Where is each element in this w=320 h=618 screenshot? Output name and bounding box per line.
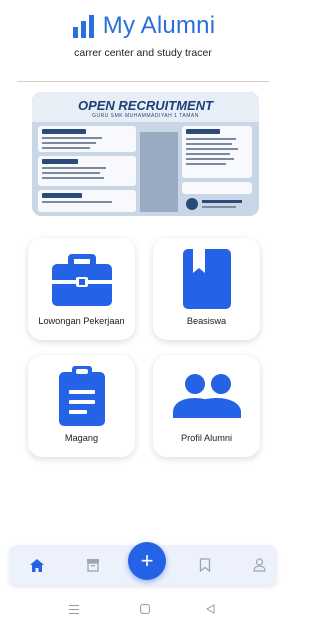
recruitment-banner[interactable]: OPEN RECRUITMENT GURU SMK MUHAMMADIYAH 1…: [32, 92, 259, 216]
nav-bookmark[interactable]: [196, 556, 214, 574]
nav-archive[interactable]: [84, 556, 102, 574]
menu-icon: [69, 604, 79, 614]
banner-subtitle: GURU SMK MUHAMMADIYAH 1 TAMAN: [92, 113, 199, 119]
app-logo: My Alumni: [0, 12, 286, 40]
header: My Alumni carrer center and study tracer: [0, 0, 286, 84]
bar-chart-icon: [72, 15, 94, 38]
banner-title: OPEN RECRUITMENT: [77, 98, 214, 113]
archive-icon: [87, 559, 99, 572]
header-divider: [17, 81, 269, 82]
nav-profile[interactable]: [250, 556, 268, 574]
lowongan-pekerjaan-card[interactable]: Lowongan Pekerjaan: [28, 238, 135, 340]
beasiswa-card[interactable]: Beasiswa: [153, 238, 260, 340]
bookmark-icon: [199, 558, 211, 572]
recent-apps-button[interactable]: [67, 602, 81, 616]
system-navigation-bar: [0, 600, 286, 618]
back-triangle-icon: [205, 604, 214, 614]
clipboard-icon: [58, 366, 105, 426]
add-button[interactable]: +: [128, 542, 166, 580]
beasiswa-label: Beasiswa: [186, 316, 227, 326]
system-home-button[interactable]: [138, 602, 152, 616]
book-icon: [182, 249, 231, 309]
square-icon: [140, 604, 150, 614]
people-icon: [172, 374, 241, 418]
magang-label: Magang: [64, 433, 99, 443]
app-subtitle: carrer center and study tracer: [74, 47, 212, 59]
nav-home[interactable]: [28, 556, 46, 574]
home-icon: [30, 558, 44, 572]
lowongan-pekerjaan-label: Lowongan Pekerjaan: [38, 316, 125, 326]
briefcase-icon: [51, 254, 112, 306]
app-title: My Alumni: [102, 12, 216, 39]
person-icon: [252, 558, 266, 572]
system-back-button[interactable]: [203, 602, 217, 616]
profil-alumni-card[interactable]: Profil Alumni: [153, 355, 260, 457]
magang-card[interactable]: Magang: [28, 355, 135, 457]
profil-alumni-label: Profil Alumni: [180, 433, 233, 443]
